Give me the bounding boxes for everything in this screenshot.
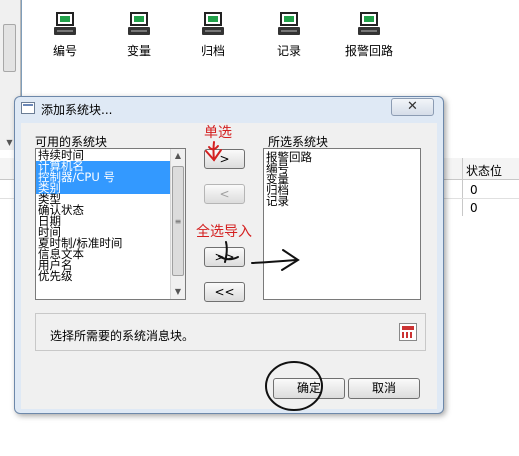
monitor-icon: [358, 12, 380, 36]
status-panel: 选择所需要的系统消息块。: [35, 313, 426, 351]
left-pane-scrollbar[interactable]: [3, 24, 16, 72]
status-message: 选择所需要的系统消息块。: [50, 329, 195, 343]
icon-item-alarm-loop[interactable]: 报警回路: [334, 12, 404, 59]
available-list-scrollbar[interactable]: ▲ ≡ ▼: [170, 149, 185, 299]
icon-label: 变量: [126, 44, 151, 58]
remove-selected-button[interactable]: <: [204, 184, 245, 204]
message-block-icon: [399, 323, 417, 341]
cancel-button[interactable]: 取消: [348, 378, 420, 399]
dialog-title: 添加系统块...: [41, 103, 113, 117]
selected-blocks-list[interactable]: 报警回路 编号 变量 归档 记录: [263, 148, 421, 300]
dialog-titlebar[interactable]: 添加系统块... ✕: [15, 97, 443, 121]
table-cell[interactable]: 0: [470, 201, 478, 215]
scroll-up-arrow-icon[interactable]: ▲: [171, 149, 185, 163]
close-button[interactable]: ✕: [391, 98, 434, 116]
window-icon: [21, 102, 35, 114]
scroll-down-arrow-icon[interactable]: ▼: [171, 285, 185, 299]
remove-all-button[interactable]: <<: [204, 282, 245, 302]
annotation-single-select: 单选: [204, 125, 232, 141]
icon-item-variable[interactable]: 变量: [104, 12, 174, 59]
available-blocks-list[interactable]: 持续时间 计算机名 控制器/CPU 号类别 类型 确认状态 日期 时间 夏时制/标准时间 信息文…: [35, 148, 186, 300]
icon-label: 报警回路: [344, 44, 393, 58]
icon-item-record[interactable]: 记录: [254, 12, 324, 59]
icon-item-archive[interactable]: 归档: [178, 12, 248, 59]
scrollbar-thumb[interactable]: ≡: [172, 166, 184, 276]
icon-label: 记录: [276, 44, 301, 58]
icon-item-number[interactable]: 编号: [30, 12, 100, 59]
selected-list-item[interactable]: 记录: [264, 195, 420, 207]
table-cell[interactable]: 0: [470, 183, 478, 197]
available-list-item[interactable]: 优先级: [36, 270, 185, 282]
column-header-status-bit[interactable]: 状态位: [466, 162, 502, 179]
ok-button[interactable]: 确定: [273, 378, 345, 399]
system-block-icon-view: 编号 变量 归档 记录 报警回路: [21, 0, 519, 96]
monitor-icon: [54, 12, 76, 36]
add-all-button[interactable]: >>: [204, 247, 245, 267]
icon-label: 归档: [200, 44, 225, 58]
icon-label: 编号: [52, 44, 77, 58]
add-system-block-dialog: 添加系统块... ✕ 可用的系统块 所选系统块 持续时间 计算机名 控制器/CPU …: [14, 96, 444, 414]
add-selected-button[interactable]: >: [204, 149, 245, 169]
monitor-icon: [278, 12, 300, 36]
annotation-select-all-import: 全选导入: [196, 224, 252, 240]
monitor-icon: [128, 12, 150, 36]
monitor-icon: [202, 12, 224, 36]
dialog-client-area: 可用的系统块 所选系统块 持续时间 计算机名 控制器/CPU 号类别 类型 确认状态 日期…: [21, 123, 437, 409]
